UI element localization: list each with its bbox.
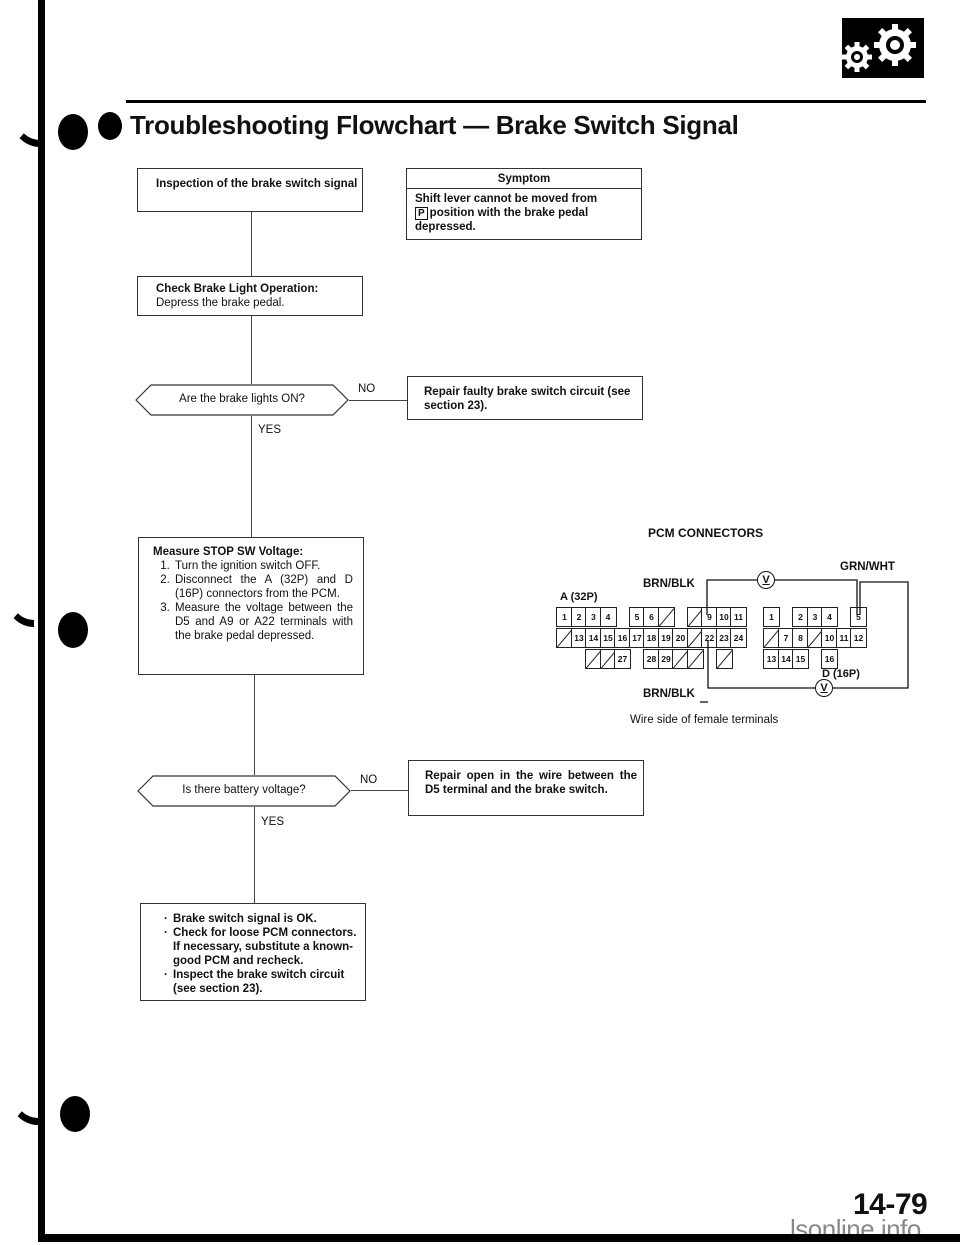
result-bullet: Brake switch signal is OK. — [164, 912, 357, 926]
symptom-text-after: position with the brake pedal depressed. — [415, 207, 589, 233]
measure-step: Measure the voltage between the D5 and A… — [173, 601, 353, 643]
flow-connector — [254, 807, 255, 903]
binder-hole-mark — [6, 590, 34, 627]
start-box: Inspection of the brake switch signal — [137, 168, 363, 212]
measure-title: Measure STOP SW Voltage: — [153, 546, 304, 558]
result-box: Brake switch signal is OK. Check for loo… — [140, 903, 366, 1001]
result-bullet: Inspect the brake switch circuit (see se… — [164, 968, 357, 996]
check-brake-light-box: Check Brake Light Operation: Depress the… — [137, 276, 363, 316]
symptom-text-before: Shift lever cannot be moved from — [415, 193, 598, 205]
probe-wiring — [700, 579, 909, 703]
bottom-rule — [40, 1234, 960, 1242]
check-brake-light-text: Depress the brake pedal. — [156, 297, 285, 309]
no-label: NO — [360, 774, 378, 786]
park-position-badge: P — [415, 207, 428, 220]
yes-label: YES — [261, 816, 285, 828]
binder-hole-dot — [58, 612, 88, 648]
symptom-text: Shift lever cannot be moved from Ppositi… — [407, 189, 641, 234]
page-title: Troubleshooting Flowchart — Brake Switch… — [130, 110, 739, 140]
flow-connector — [254, 675, 255, 775]
binder-hole-dot — [60, 1096, 90, 1132]
diagram-caption: Wire side of female terminals — [630, 714, 779, 726]
voltmeter-icon: V — [815, 679, 833, 697]
flow-connector — [349, 400, 407, 401]
measure-step: Turn the ignition switch OFF. — [173, 559, 353, 573]
decision-battery-voltage-question: Is there battery voltage? — [182, 784, 306, 796]
pcm-connectors-title: PCM CONNECTORS — [648, 526, 764, 540]
flow-connector — [251, 212, 252, 276]
title-bullet — [98, 112, 122, 140]
flow-connector — [251, 416, 252, 537]
check-brake-light-title: Check Brake Light Operation: — [156, 283, 319, 295]
result-bullets: Brake switch signal is OK. Check for loo… — [161, 912, 357, 996]
gears-icon — [842, 18, 924, 78]
flow-connector — [251, 316, 252, 384]
measure-stop-sw-box: Measure STOP SW Voltage: Turn the igniti… — [138, 537, 364, 675]
flow-connector — [351, 790, 408, 791]
symptom-heading: Symptom — [407, 169, 641, 189]
symptom-box: Symptom Shift lever cannot be moved from… — [406, 168, 642, 240]
header-rule — [126, 100, 926, 103]
repair-open-wire-box: Repair open in the wire between the D5 t… — [408, 760, 644, 816]
binder-hole-dot — [58, 114, 88, 150]
measure-step: Disconnect the A (32P) and D (16P) conne… — [173, 573, 353, 601]
voltmeter-icon: V — [757, 571, 775, 589]
decision-brake-lights-question: Are the brake lights ON? — [179, 393, 305, 405]
yes-label: YES — [258, 424, 282, 436]
result-bullet: Check for loose PCM connectors. If neces… — [164, 926, 357, 968]
binder-hole-mark — [10, 1088, 38, 1125]
binder-hole-mark — [12, 110, 40, 147]
measure-steps: Turn the ignition switch OFF. Disconnect… — [153, 559, 353, 643]
no-label: NO — [358, 383, 376, 395]
repair-brake-switch-circuit-box: Repair faulty brake switch circuit (see … — [407, 376, 643, 420]
binder-edge — [38, 0, 45, 1242]
